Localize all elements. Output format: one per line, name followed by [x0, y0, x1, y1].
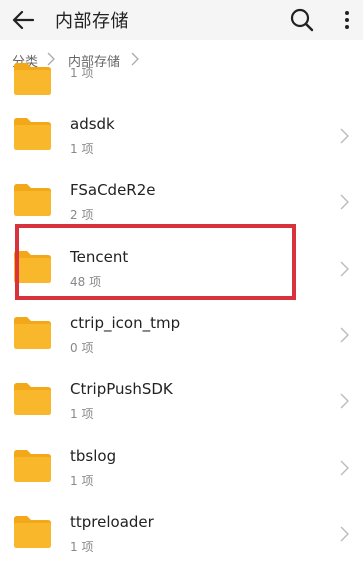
- chevron-right-icon: [340, 460, 349, 476]
- chevron-right-icon: [340, 128, 349, 144]
- list-item[interactable]: ttpreloader 1 项: [0, 496, 363, 562]
- folder-icon: [14, 516, 51, 548]
- highlight-box: [15, 224, 296, 300]
- chevron-right-icon: [340, 327, 349, 343]
- chevron-right-icon: [340, 194, 349, 210]
- folder-icon: [14, 317, 51, 349]
- item-name: ttpreloader: [70, 513, 154, 531]
- chevron-right-icon: [340, 526, 349, 542]
- list-item[interactable]: tbslog 1 项: [0, 430, 363, 496]
- page-title: 内部存储: [55, 11, 129, 32]
- list-item[interactable]: CtripPushSDK 1 项: [0, 363, 363, 429]
- list-item[interactable]: ctrip_icon_tmp 0 项: [0, 297, 363, 363]
- item-count: 2 项: [70, 208, 94, 222]
- folder-icon: [14, 383, 51, 415]
- chevron-right-icon: [340, 393, 349, 409]
- more-vertical-icon: [345, 11, 349, 15]
- item-count: 1 项: [70, 142, 94, 156]
- item-count: 1 项: [70, 540, 94, 554]
- search-icon: [290, 8, 314, 32]
- more-dot: [345, 25, 349, 29]
- item-count: 1 项: [70, 407, 94, 421]
- search-button[interactable]: [288, 6, 316, 34]
- back-button[interactable]: [8, 5, 38, 35]
- item-name: tbslog: [70, 447, 117, 465]
- item-count: 0 项: [70, 341, 94, 355]
- item-count: 1 项: [70, 66, 94, 80]
- folder-icon: [14, 450, 51, 482]
- arrow-left-icon: [12, 10, 34, 30]
- list-item[interactable]: adsdk 1 项: [0, 98, 363, 164]
- more-options-button[interactable]: [340, 6, 354, 34]
- item-count: 1 项: [70, 474, 94, 488]
- chevron-right-icon: [340, 261, 349, 277]
- item-name: adsdk: [70, 115, 115, 133]
- item-name: CtripPushSDK: [70, 380, 173, 398]
- more-dot: [345, 18, 349, 22]
- folder-icon: [14, 184, 51, 216]
- item-name: FSaCdeR2e: [70, 181, 156, 199]
- item-name: ctrip_icon_tmp: [70, 314, 181, 332]
- folder-icon: [14, 118, 51, 150]
- top-app-bar: 内部存储: [0, 0, 363, 40]
- list-item[interactable]: FSaCdeR2e 2 项: [0, 164, 363, 230]
- folder-icon: [14, 63, 51, 95]
